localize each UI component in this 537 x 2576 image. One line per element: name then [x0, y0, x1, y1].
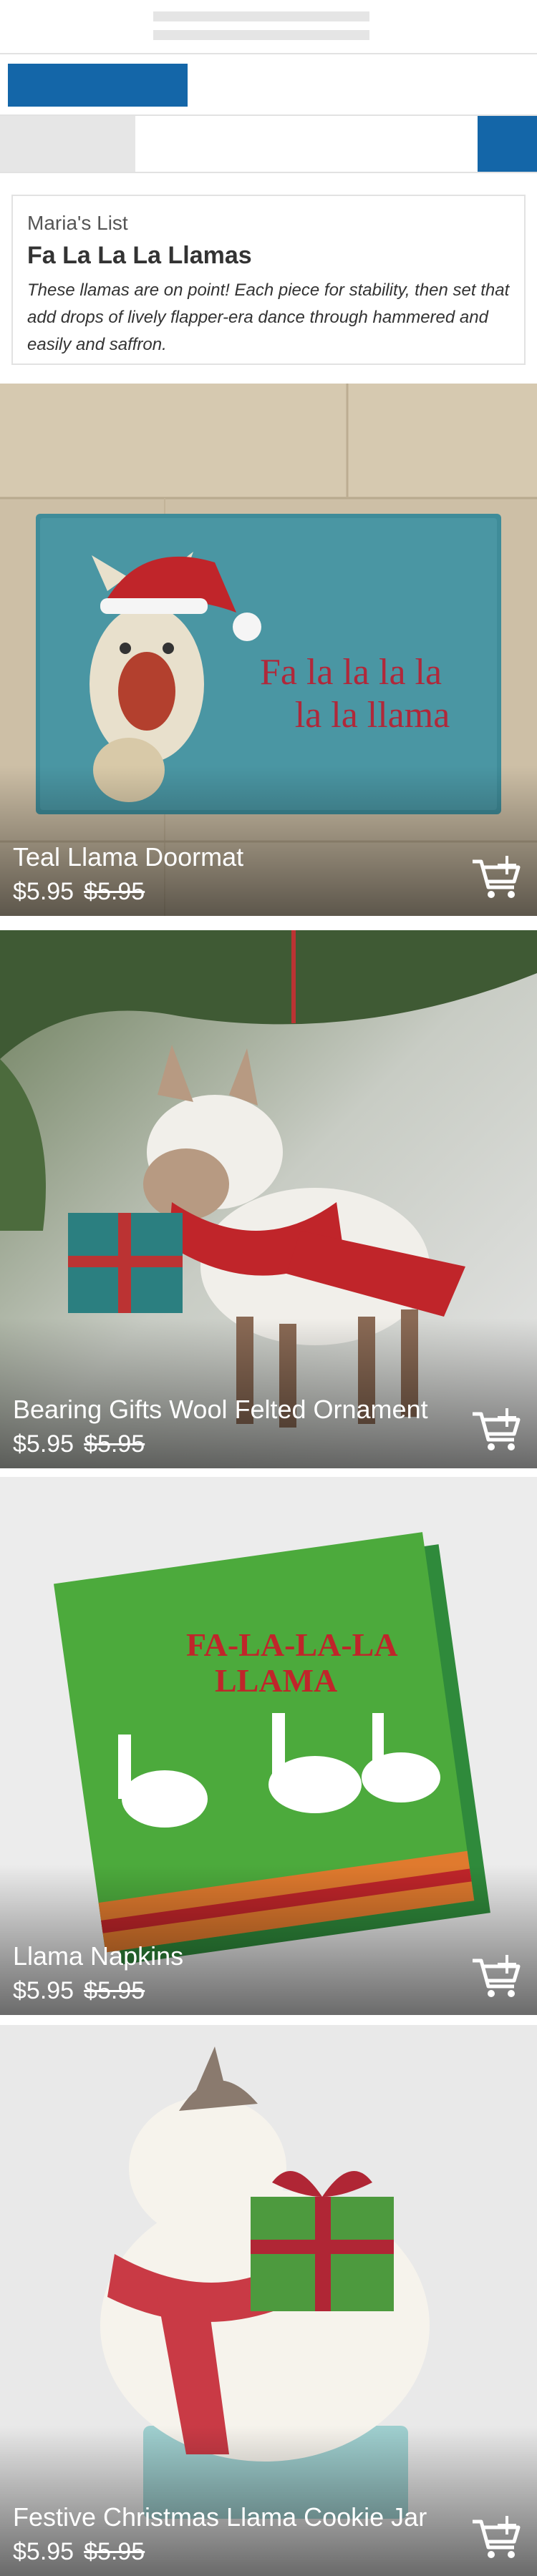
add-to-cart-icon[interactable] — [471, 1955, 521, 1999]
list-description: These llamas are on point! Each piece fo… — [27, 280, 510, 354]
product-price: $5.95 — [13, 1977, 74, 2004]
primary-button[interactable] — [8, 64, 188, 107]
search-button[interactable] — [478, 116, 537, 172]
product-original-price: $5.95 — [84, 1977, 145, 2004]
list-intro-card: Maria's List Fa La La La Llamas These ll… — [11, 195, 526, 365]
add-to-cart-icon[interactable] — [471, 1408, 521, 1453]
search-bar — [0, 114, 537, 173]
product-original-price: $5.95 — [84, 2538, 145, 2565]
product-original-price: $5.95 — [84, 878, 145, 905]
header-skeleton — [0, 0, 537, 54]
search-input[interactable] — [135, 116, 478, 172]
product-name[interactable]: Llama Napkins — [13, 1940, 442, 1973]
product-prices: $5.95 $5.95 — [13, 878, 442, 906]
doormat-text-line2: la la llama — [295, 695, 450, 736]
product-price: $5.95 — [13, 2538, 74, 2565]
search-category-select[interactable] — [0, 116, 135, 172]
header-skeleton-line — [153, 30, 369, 40]
product-price: $5.95 — [13, 878, 74, 905]
doormat-text-line1: Fa la la la la — [260, 652, 442, 693]
product-tile[interactable]: FA-LA-LA-LA LLAMA Llama Napkins $5.95 $5.… — [0, 1477, 537, 2015]
napkin-text-line1: FA-LA-LA-LA — [186, 1626, 398, 1663]
product-name[interactable]: Bearing Gifts Wool Felted Ornament — [13, 1393, 442, 1426]
product-tile[interactable]: Bearing Gifts Wool Felted Ornament $5.95… — [0, 930, 537, 1468]
list-title: Fa La La La Llamas — [27, 242, 252, 269]
product-info: Llama Napkins $5.95 $5.95 — [13, 1940, 442, 2005]
product-prices: $5.95 $5.95 — [13, 1977, 442, 2005]
add-to-cart-icon[interactable] — [471, 2516, 521, 2560]
product-prices: $5.95 $5.95 — [13, 2538, 442, 2566]
product-prices: $5.95 $5.95 — [13, 1430, 442, 1458]
list-owner: Maria's List — [27, 212, 128, 234]
product-price: $5.95 — [13, 1430, 74, 1458]
header-skeleton-line — [153, 11, 369, 21]
add-to-cart-icon[interactable] — [471, 856, 521, 900]
product-info: Teal Llama Doormat $5.95 $5.95 — [13, 841, 442, 906]
product-info: Bearing Gifts Wool Felted Ornament $5.95… — [13, 1393, 442, 1458]
product-tile[interactable]: Fa la la la la la la llama Teal Llama Do… — [0, 384, 537, 916]
product-original-price: $5.95 — [84, 1430, 145, 1458]
napkin-text-line2: LLAMA — [215, 1662, 337, 1699]
product-name[interactable]: Festive Christmas Llama Cookie Jar — [13, 2501, 442, 2534]
product-info: Festive Christmas Llama Cookie Jar $5.95… — [13, 2501, 442, 2566]
product-tile[interactable]: Festive Christmas Llama Cookie Jar $5.95… — [0, 2025, 537, 2576]
product-name[interactable]: Teal Llama Doormat — [13, 841, 442, 874]
